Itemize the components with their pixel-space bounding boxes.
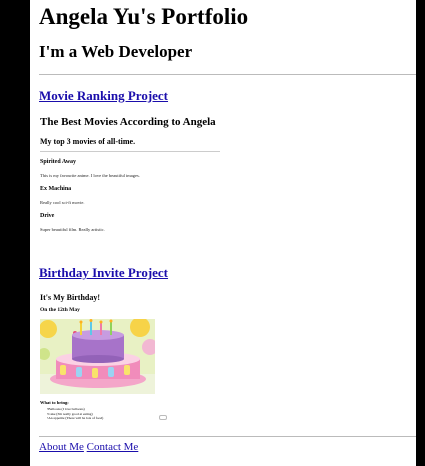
movie-title: Spirited Away <box>40 159 77 165</box>
page: Angela Yu's Portfolio I'm a Web Develope… <box>30 0 416 466</box>
movie-description: This is my favourite anime. I love the b… <box>40 173 140 178</box>
birthday-cake-image <box>40 319 155 394</box>
movie-description: Super beautiful film. Really artistic. <box>40 227 105 232</box>
divider-top <box>39 74 416 75</box>
birthday-invite-preview[interactable]: It's My Birthday! On the 12th May What t… <box>39 292 169 430</box>
birthday-preview-heading: It's My Birthday! <box>40 293 100 302</box>
bring-list: Balloons (I love balloons) Cake (I'm rea… <box>47 407 103 421</box>
movie-ranking-preview[interactable]: The Best Movies According to Angela My t… <box>39 114 224 249</box>
movie-ranking-link[interactable]: Movie Ranking Project <box>39 88 168 104</box>
footer-nav: About Me Contact Me <box>39 441 138 453</box>
ellipsis-icon <box>159 415 167 420</box>
movie-title: Ex Machina <box>40 186 72 192</box>
movie-title: Drive <box>40 213 55 219</box>
divider-bottom <box>39 436 416 437</box>
movie-description: Really cool sci-fi movie. <box>40 200 85 205</box>
movie-preview-heading: The Best Movies According to Angela <box>40 116 216 128</box>
list-item: An appetite (There will be lots of food) <box>47 416 103 421</box>
what-to-bring-label: What to bring: <box>40 400 69 405</box>
birthday-preview-date: On the 12th May <box>40 307 80 313</box>
birthday-invite-link[interactable]: Birthday Invite Project <box>39 265 168 281</box>
page-title: Angela Yu's Portfolio <box>39 4 249 29</box>
page-subtitle: I'm a Web Developer <box>39 42 193 61</box>
movie-preview-divider <box>40 151 220 152</box>
contact-me-link[interactable]: Contact Me <box>87 441 139 453</box>
about-me-link[interactable]: About Me <box>39 441 84 453</box>
movie-preview-subheading: My top 3 movies of all-time. <box>40 137 136 146</box>
